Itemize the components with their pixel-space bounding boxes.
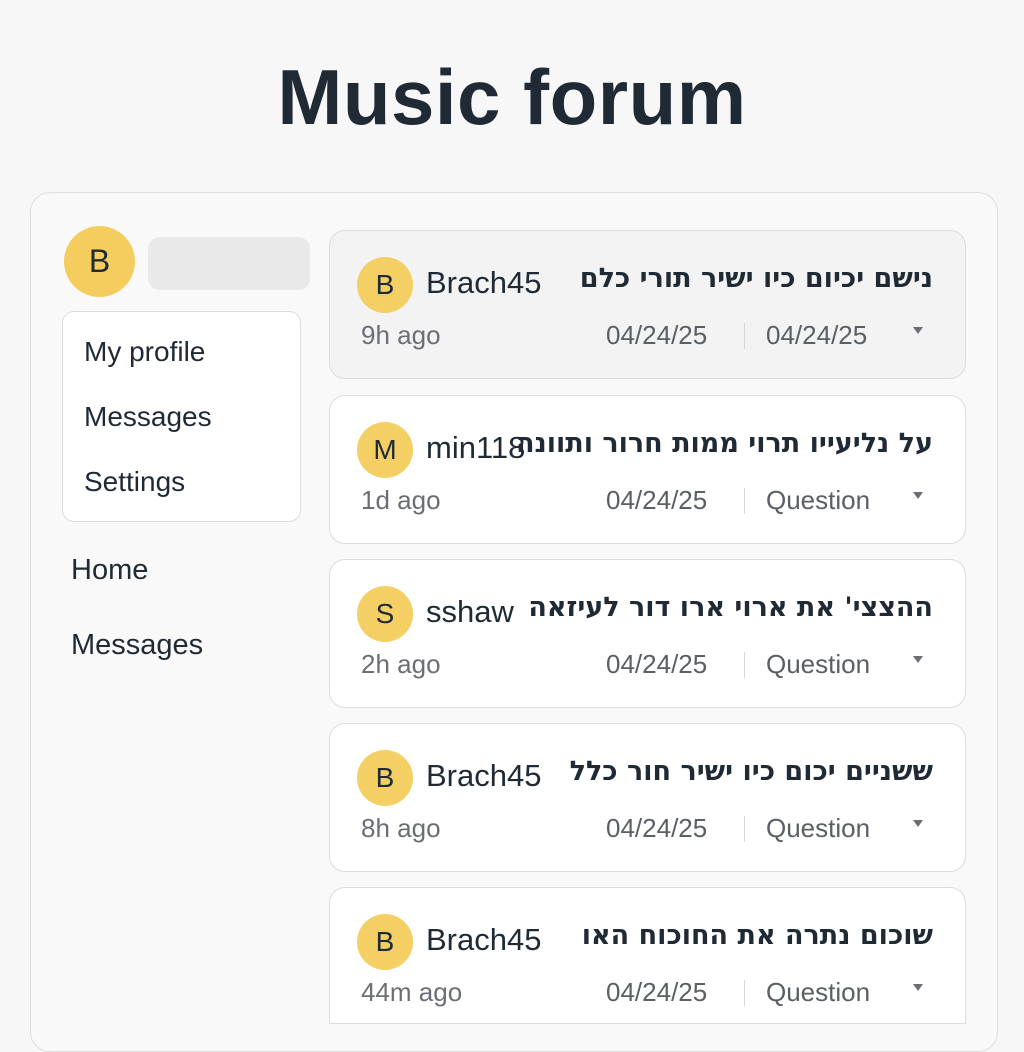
post-card[interactable]: B Brach45 שוכום נתרה את החוכוח האו 44m a… (329, 887, 966, 1024)
post-title[interactable]: ההצצי' את ארוי ארו דור לעיזאה (528, 592, 933, 623)
post-tag-select[interactable]: Question (766, 485, 870, 516)
caret-down-icon[interactable] (913, 327, 923, 334)
author-avatar[interactable]: M (357, 422, 413, 478)
menu-item-my-profile[interactable]: My profile (63, 334, 300, 399)
divider (744, 323, 745, 349)
post-date: 04/24/25 (606, 485, 708, 515)
current-user-avatar[interactable]: B (64, 226, 135, 297)
post-card[interactable]: S sshaw ההצצי' את ארוי ארו דור לעיזאה 2h… (329, 559, 966, 708)
page-title: Music forum (277, 53, 747, 141)
post-card[interactable]: B Brach45 ששניים יכום כיו ישיר חור כלל 8… (329, 723, 966, 872)
post-time: 9h ago (361, 320, 441, 350)
post-time: 1d ago (361, 485, 441, 515)
post-tag-select[interactable]: Question (766, 813, 870, 844)
author-name[interactable]: min118 (426, 430, 525, 466)
post-tag-select[interactable]: Question (766, 649, 870, 680)
author-avatar[interactable]: B (357, 750, 413, 806)
divider (744, 816, 745, 842)
post-tag-select[interactable]: 04/24/25 (766, 320, 867, 351)
author-name[interactable]: Brach45 (426, 922, 541, 958)
post-date: 04/24/25 (606, 813, 708, 843)
post-title[interactable]: נישם יכיום כיו ישיר תורי כלם (580, 263, 933, 294)
author-name[interactable]: sshaw (426, 594, 514, 630)
post-date: 04/24/25 (606, 977, 708, 1007)
author-name[interactable]: Brach45 (426, 265, 541, 301)
nav-item-messages[interactable]: Messages (71, 629, 203, 662)
caret-down-icon[interactable] (913, 656, 923, 663)
divider (744, 652, 745, 678)
post-time: 44m ago (361, 977, 463, 1007)
post-tag-select[interactable]: Question (766, 977, 870, 1008)
divider (744, 980, 745, 1006)
post-card[interactable]: M min118 על נליעייו תרוי ממות חרור ותוונ… (329, 395, 966, 544)
author-avatar[interactable]: S (357, 586, 413, 642)
post-title[interactable]: ששניים יכום כיו ישיר חור כלל (570, 756, 933, 787)
author-avatar[interactable]: B (357, 914, 413, 970)
caret-down-icon[interactable] (913, 984, 923, 991)
post-date: 04/24/25 (606, 320, 708, 350)
caret-down-icon[interactable] (913, 492, 923, 499)
author-name[interactable]: Brach45 (426, 758, 541, 794)
caret-down-icon[interactable] (913, 820, 923, 827)
divider (744, 488, 745, 514)
post-time: 2h ago (361, 649, 441, 679)
post-date: 04/24/25 (606, 649, 708, 679)
post-title[interactable]: על נליעייו תרוי ממות חרור ותוונה (516, 428, 933, 459)
menu-item-messages[interactable]: Messages (63, 399, 300, 464)
current-user-name-placeholder (148, 237, 310, 290)
nav-item-home[interactable]: Home (71, 554, 148, 587)
post-card[interactable]: B Brach45 נישם יכיום כיו ישיר תורי כלם 9… (329, 230, 966, 379)
profile-menu: My profile Messages Settings (62, 311, 301, 522)
post-time: 8h ago (361, 813, 441, 843)
author-avatar[interactable]: B (357, 257, 413, 313)
menu-item-settings[interactable]: Settings (63, 464, 300, 529)
post-title[interactable]: שוכום נתרה את החוכוח האו (582, 920, 933, 951)
